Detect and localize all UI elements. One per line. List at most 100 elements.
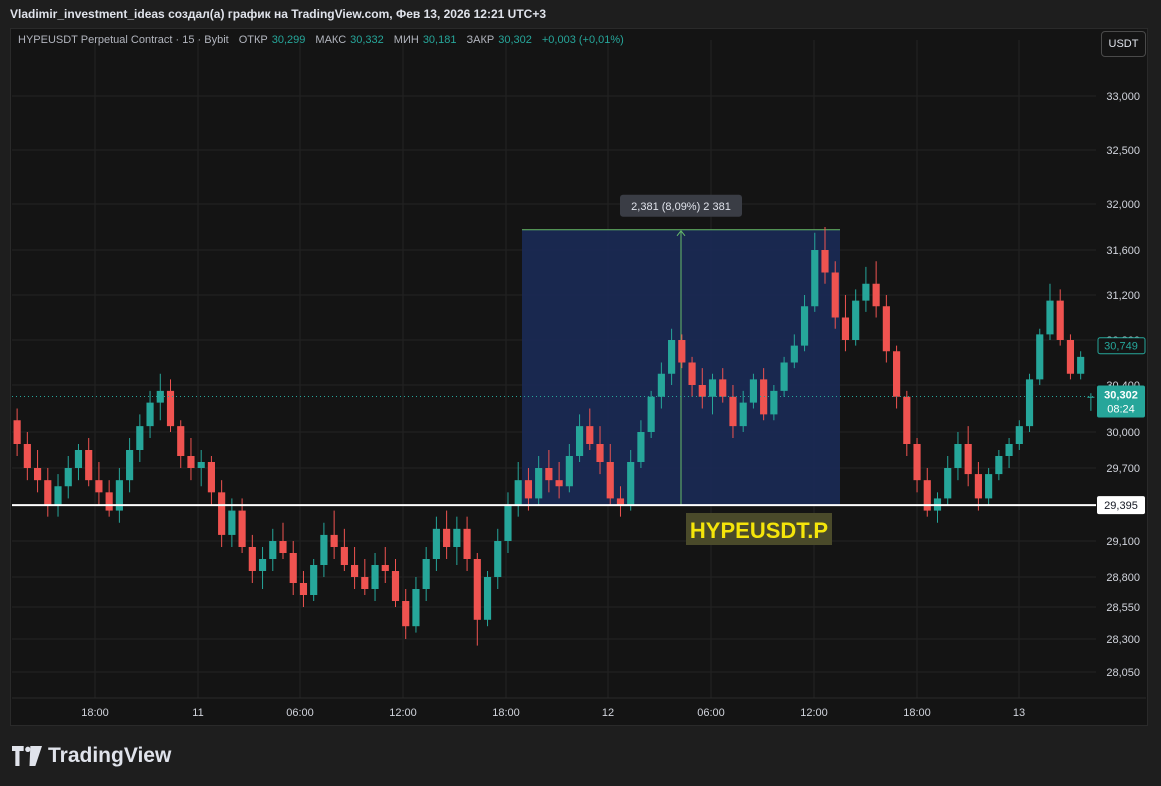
candle	[1066, 334, 1075, 380]
candle	[269, 528, 277, 571]
candle	[893, 345, 901, 409]
high-value: 30,332	[350, 34, 384, 46]
alert-price-label: 30,749	[1104, 341, 1138, 353]
candle	[299, 571, 308, 607]
candle	[340, 528, 348, 571]
symbol-name[interactable]: HYPEUSDT Perpetual Contract · 15 · Bybit	[18, 34, 229, 46]
candle	[115, 468, 123, 523]
candle	[54, 474, 62, 517]
y-tick-label: 29,700	[1106, 463, 1140, 475]
candle	[136, 414, 144, 462]
candle	[995, 450, 1003, 481]
candle	[330, 510, 338, 559]
x-tick-label: 18:00	[492, 707, 520, 719]
close-label: ЗАКР	[466, 34, 495, 46]
candle	[882, 295, 890, 363]
symbol-legend: HYPEUSDT Perpetual Contract · 15 · Bybit…	[18, 34, 624, 46]
x-tick-label: 12:00	[389, 707, 417, 719]
candle	[1046, 283, 1054, 340]
y-tick-label: 29,100	[1106, 536, 1140, 548]
candle	[238, 498, 246, 553]
candle	[177, 420, 185, 468]
measure-label: 2,381 (8,09%) 2 381	[631, 201, 731, 213]
x-tick-label: 12:00	[800, 707, 828, 719]
candle	[432, 516, 440, 571]
candle	[391, 559, 400, 607]
candle	[923, 468, 931, 517]
countdown-label: 08:24	[1107, 404, 1135, 416]
candle	[1087, 393, 1095, 411]
candle	[126, 438, 134, 493]
candle	[933, 492, 942, 523]
currency-button[interactable]: USDT	[1101, 31, 1146, 57]
y-tick-label: 30,000	[1106, 427, 1140, 439]
brand-name: TradingView	[48, 744, 172, 767]
candle	[780, 356, 788, 397]
high-label: МАКС	[315, 34, 347, 46]
candle	[105, 480, 113, 517]
candlestick-chart[interactable]: 33,00032,50032,00031,60031,20030,80030,4…	[0, 0, 1161, 786]
x-tick-label: 12	[602, 707, 614, 719]
candle	[1015, 420, 1023, 450]
candle	[1077, 351, 1085, 380]
candle	[310, 559, 318, 601]
y-tick-label: 28,300	[1106, 634, 1140, 646]
y-axis: 33,00032,50032,00031,60031,20030,80030,4…	[1106, 91, 1140, 679]
candle	[289, 541, 297, 595]
symbol-annotation[interactable]: HYPEUSDT.P	[690, 518, 828, 543]
candle	[381, 547, 389, 583]
y-tick-label: 28,800	[1106, 572, 1140, 584]
candle	[1005, 438, 1013, 468]
candle	[13, 408, 21, 456]
x-tick-label: 18:00	[81, 707, 109, 719]
y-tick-label: 28,550	[1106, 602, 1140, 614]
x-tick-label: 11	[192, 707, 203, 719]
tradingview-logo[interactable]: TradingView	[12, 740, 171, 772]
candle	[23, 432, 31, 481]
candle	[954, 432, 962, 481]
candle	[504, 492, 512, 553]
candle	[422, 547, 430, 601]
candle	[1056, 289, 1064, 346]
candle	[74, 444, 83, 481]
y-tick-label: 32,500	[1106, 145, 1140, 157]
open-value: 30,299	[271, 34, 306, 46]
candle	[872, 261, 880, 318]
tradingview-icon	[12, 746, 42, 766]
x-tick-label: 06:00	[286, 707, 314, 719]
x-tick-label: 06:00	[697, 707, 725, 719]
candle	[903, 390, 911, 456]
candle	[146, 390, 154, 438]
y-tick-label: 32,000	[1106, 199, 1140, 211]
candle	[320, 522, 328, 577]
x-axis: 18:00 11 06:00 12:00 18:00 12 06:00 12:00 18:00 1…	[81, 707, 1025, 719]
candle	[1036, 328, 1044, 385]
x-tick-label: 13	[1013, 707, 1025, 719]
candle	[33, 450, 42, 493]
candle	[944, 456, 952, 505]
candle	[862, 266, 870, 312]
y-tick-label: 31,200	[1106, 290, 1140, 302]
candle	[218, 480, 226, 547]
candle	[974, 462, 982, 511]
candle	[1025, 373, 1034, 432]
y-tick-label: 31,600	[1106, 245, 1140, 257]
candle	[64, 456, 72, 499]
candle	[494, 528, 502, 589]
candle	[166, 379, 175, 432]
candle	[443, 510, 451, 559]
last-price-label: 30,302	[1104, 390, 1138, 402]
candle	[248, 534, 256, 583]
candle	[453, 516, 461, 565]
candle	[361, 559, 369, 595]
candle	[964, 426, 972, 487]
candle	[913, 438, 921, 493]
candle	[371, 553, 379, 601]
candle	[647, 390, 655, 438]
open-label: ОТКР	[238, 34, 268, 46]
x-tick-label: 18:00	[903, 707, 931, 719]
y-tick-label: 33,000	[1106, 91, 1140, 103]
candle	[985, 468, 993, 505]
candle	[258, 547, 267, 589]
candle	[207, 456, 215, 505]
